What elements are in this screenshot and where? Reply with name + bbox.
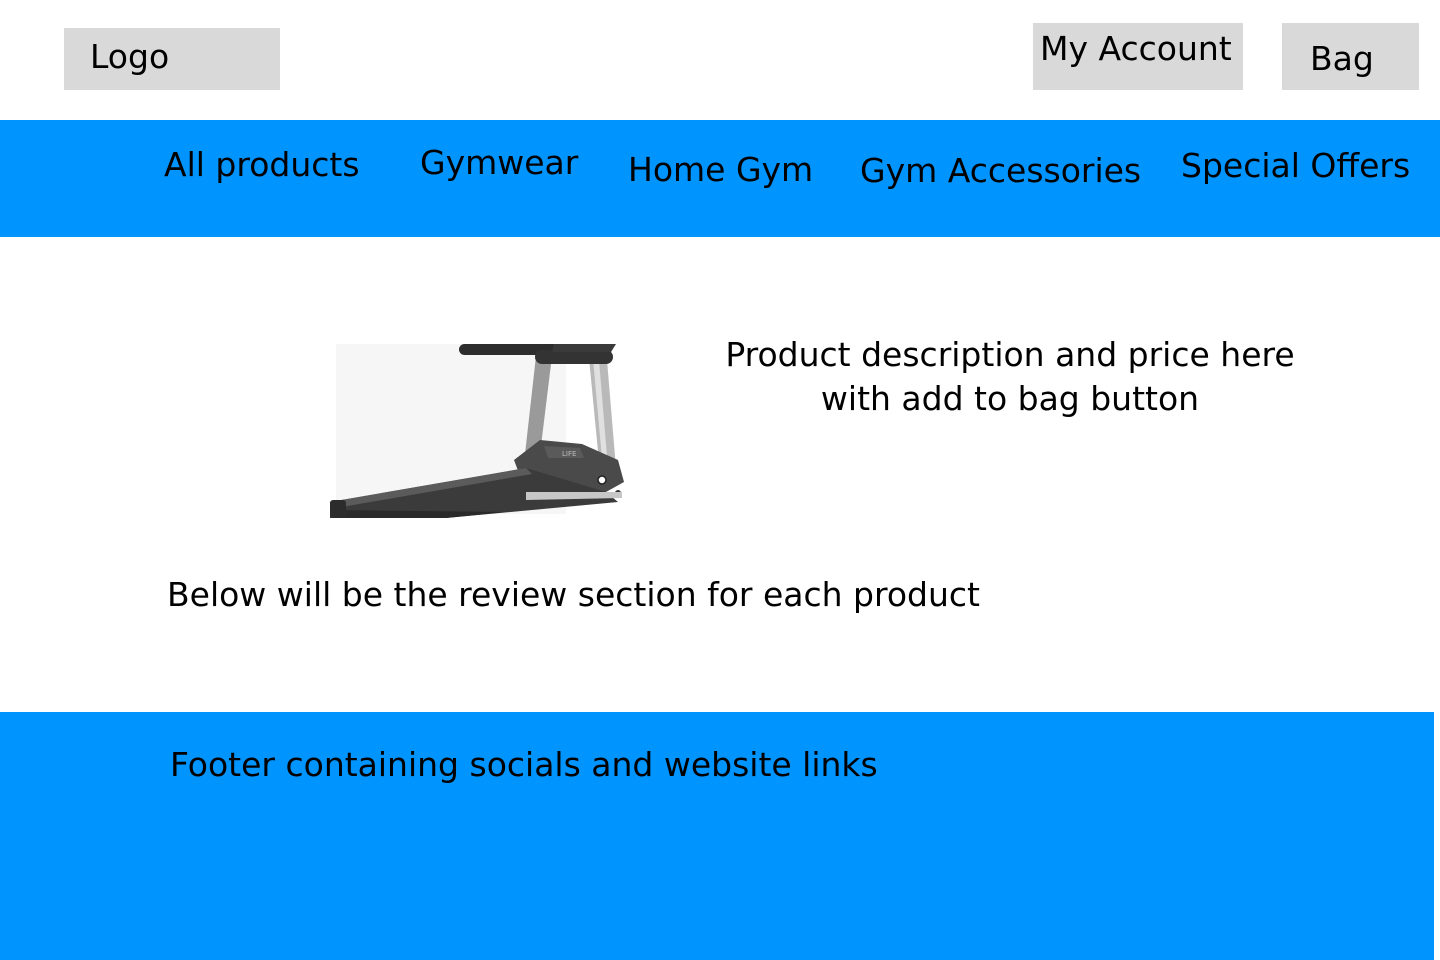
nav-item-gymwear[interactable]: Gymwear	[420, 146, 578, 179]
treadmill-icon: LIFE	[330, 344, 624, 518]
svg-text:LIFE: LIFE	[562, 450, 576, 458]
review-section-placeholder: Below will be the review section for eac…	[167, 575, 980, 614]
bag-label: Bag	[1310, 39, 1374, 78]
product-description-line-1: Product description and price here	[725, 335, 1295, 374]
footer: Footer containing socials and website li…	[0, 712, 1434, 960]
nav-item-gym-accessories[interactable]: Gym Accessories	[860, 154, 1141, 187]
footer-placeholder-text: Footer containing socials and website li…	[170, 745, 878, 784]
nav-item-special-offers[interactable]: Special Offers	[1181, 149, 1410, 182]
product-description-placeholder: Product description and price here with …	[700, 333, 1320, 421]
logo[interactable]: Logo	[64, 28, 280, 90]
bag-button[interactable]: Bag	[1282, 23, 1419, 90]
category-nav-bar: All products Gymwear Home Gym Gym Access…	[0, 120, 1440, 237]
my-account-button[interactable]: My Account	[1033, 23, 1243, 90]
nav-item-home-gym[interactable]: Home Gym	[628, 153, 813, 186]
product-image: LIFE	[326, 342, 630, 518]
page: Logo My Account Bag All products Gymwear…	[0, 0, 1440, 960]
product-description-line-2: with add to bag button	[820, 379, 1200, 418]
logo-label: Logo	[90, 37, 170, 76]
nav-item-all-products[interactable]: All products	[164, 148, 360, 181]
my-account-label: My Account	[1040, 29, 1232, 68]
